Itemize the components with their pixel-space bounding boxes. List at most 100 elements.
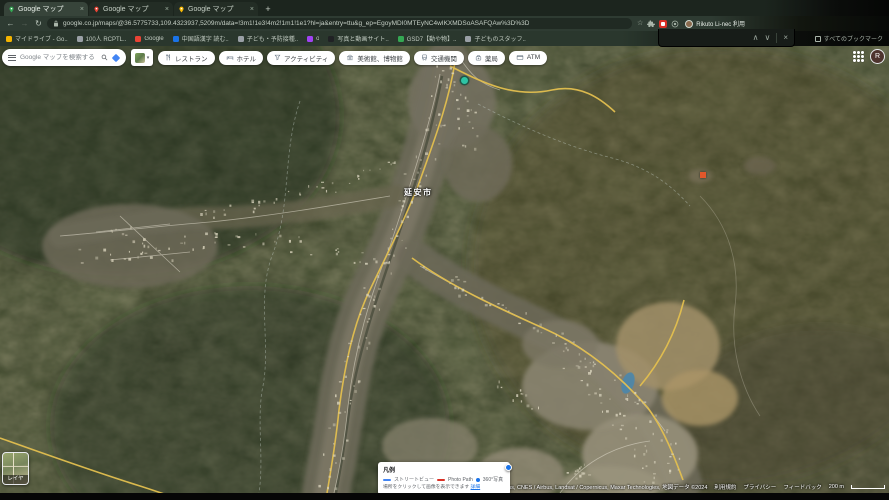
tab-google-maps-1[interactable]: Google マップ × xyxy=(4,2,88,16)
privacy-link[interactable]: プライバシー xyxy=(743,483,776,491)
bookmark-item[interactable]: 中国語漢字 読む.. xyxy=(173,34,229,43)
chip-pharmacies[interactable]: 薬局 xyxy=(468,51,505,65)
reload-icon[interactable]: ↻ xyxy=(33,20,44,28)
maps-pin-favicon xyxy=(93,6,100,13)
url-text: google.co.jp/maps/@36.5775733,109.432393… xyxy=(63,20,529,27)
bookmark-favicon xyxy=(307,36,313,42)
find-next-icon[interactable]: ∨ xyxy=(764,34,770,42)
street-view-legend-card: 凡例 ストリートビュー Photo Path 360°写真 場所をクリックして画… xyxy=(378,462,510,493)
browser-window: Google マップ × Google マップ × Google マップ × +… xyxy=(0,0,889,500)
transit-icon xyxy=(421,54,428,61)
chip-restaurants[interactable]: レストラン xyxy=(158,51,215,65)
chip-museums[interactable]: 美術館、博物館 xyxy=(339,51,410,65)
bookmark-star-icon[interactable]: ☆ xyxy=(637,20,643,27)
museum-icon xyxy=(346,54,354,61)
map-attribution: 画像 ©2024 Airbus, CNES / Airbus, Landsat … xyxy=(468,483,885,491)
bookmark-item[interactable]: 子どものスタッフ.. xyxy=(465,34,525,43)
category-chips: レストラン ホテル アクティビティ 美術館、博物館 交通機関 xyxy=(158,51,547,65)
bookmark-favicon xyxy=(173,36,179,42)
legend-label: Photo Path xyxy=(448,477,473,483)
chip-hotels[interactable]: ホテル xyxy=(219,51,264,65)
bookmark-favicon xyxy=(465,36,471,42)
tab-google-maps-3[interactable]: Google マップ × xyxy=(174,2,258,16)
forward-icon[interactable]: → xyxy=(19,20,30,28)
divider xyxy=(776,33,777,43)
search-input[interactable] xyxy=(20,54,97,61)
terms-link[interactable]: 利用規約 xyxy=(714,483,736,491)
bookmark-label: マイドライブ - Go.. xyxy=(15,34,68,43)
chip-atms[interactable]: ATM xyxy=(509,51,547,65)
bookmark-favicon xyxy=(135,36,141,42)
bookmark-item[interactable]: 子ども・予防接種.. xyxy=(238,34,298,43)
bookmark-item[interactable]: o xyxy=(307,36,319,42)
find-in-page-bar[interactable]: ∧ ∨ × xyxy=(658,29,795,47)
tab-strip: Google マップ × Google マップ × Google マップ × + xyxy=(0,0,889,16)
folder-icon xyxy=(815,36,821,42)
legend-note-text: 場所をクリックして画像を表示できます xyxy=(383,485,469,490)
bookmark-label: 子どものスタッフ.. xyxy=(474,34,525,43)
address-bar[interactable]: google.co.jp/maps/@36.5775733,109.432393… xyxy=(47,18,632,29)
chip-transit[interactable]: 交通機関 xyxy=(414,51,464,65)
tab-close-icon[interactable]: × xyxy=(80,6,84,13)
legend-note: 場所をクリックして画像を表示できます 詳細 xyxy=(383,485,505,491)
bookmark-item[interactable]: マイドライブ - Go.. xyxy=(6,34,68,43)
maps-pin-favicon xyxy=(8,6,15,13)
chip-activities[interactable]: アクティビティ xyxy=(267,51,335,65)
profile-avatar xyxy=(685,20,693,28)
lock-icon xyxy=(53,20,59,27)
maps-pin-favicon xyxy=(178,6,185,13)
sync-icon[interactable] xyxy=(671,20,679,28)
tab-close-icon[interactable]: × xyxy=(165,6,169,13)
find-close-icon[interactable]: × xyxy=(783,34,788,42)
street-view-point-marker[interactable] xyxy=(461,77,468,84)
legend-label: ストリートビュー xyxy=(394,476,434,483)
menu-icon[interactable] xyxy=(8,55,16,61)
bookmark-item[interactable]: Google xyxy=(135,36,163,42)
back-icon[interactable]: ← xyxy=(5,20,16,28)
scale-label: 200 m xyxy=(829,484,844,490)
bookmark-label: 子ども・予防接種.. xyxy=(247,34,298,43)
chip-label: 薬局 xyxy=(485,53,498,63)
profile-chip[interactable]: Rikuto Li-nec 利用 xyxy=(685,19,745,28)
imagery-thumbnail xyxy=(135,53,145,63)
search-icon[interactable] xyxy=(101,54,108,61)
red-extension-icon[interactable] xyxy=(659,20,667,28)
maps-account-area: R xyxy=(853,49,885,64)
bookmark-item[interactable]: GSD7【動や物】.. xyxy=(398,34,457,43)
feedback-link[interactable]: フィードバック xyxy=(783,483,821,491)
account-avatar[interactable]: R xyxy=(870,49,885,64)
legend-items: ストリートビュー Photo Path 360°写真 xyxy=(383,476,505,483)
directions-icon[interactable] xyxy=(112,54,120,62)
legend-details-link[interactable]: 詳細 xyxy=(471,485,481,490)
photo-360-marker[interactable] xyxy=(505,464,512,471)
find-previous-icon[interactable]: ∧ xyxy=(753,34,759,42)
bookmark-favicon xyxy=(328,36,334,42)
activity-icon xyxy=(274,54,281,61)
tab-title: Google マップ xyxy=(18,4,77,14)
new-tab-button[interactable]: + xyxy=(262,3,274,15)
profile-name: Rikuto Li-nec 利用 xyxy=(696,19,745,28)
imagery-toggle-button[interactable]: ▾ xyxy=(131,49,153,66)
layers-button[interactable]: レイヤ xyxy=(2,452,29,485)
chip-label: レストラン xyxy=(175,53,208,63)
restaurant-icon xyxy=(165,54,172,61)
pharmacy-icon xyxy=(475,54,482,61)
maps-search-bar[interactable] xyxy=(2,49,126,66)
extensions-puzzle-icon[interactable] xyxy=(647,20,655,28)
bookmark-item[interactable]: 100人 RCPTL.. xyxy=(77,34,127,43)
hotel-icon xyxy=(226,54,234,61)
all-bookmarks-button[interactable]: すべてのブックマーク xyxy=(815,34,883,43)
maps-header: ▾ レストラン ホテル アクティビティ 美術館、博物館 xyxy=(2,49,547,66)
tab-title: Google マップ xyxy=(188,4,247,14)
map-canvas[interactable]: ▾ レストラン ホテル アクティビティ 美術館、博物館 xyxy=(0,46,889,493)
tab-close-icon[interactable]: × xyxy=(250,6,254,13)
city-label: 延安市 xyxy=(404,187,433,198)
satellite-terrain xyxy=(0,46,889,493)
tab-google-maps-2[interactable]: Google マップ × xyxy=(89,2,173,16)
google-apps-grid-icon[interactable] xyxy=(853,51,864,62)
orange-area-marker[interactable] xyxy=(700,172,706,178)
layers-label: レイヤ xyxy=(3,475,28,484)
bookmark-label: Google xyxy=(144,36,163,42)
bookmark-item[interactable]: 写真と動画サイト.. xyxy=(328,34,388,43)
chip-label: ホテル xyxy=(237,53,257,63)
